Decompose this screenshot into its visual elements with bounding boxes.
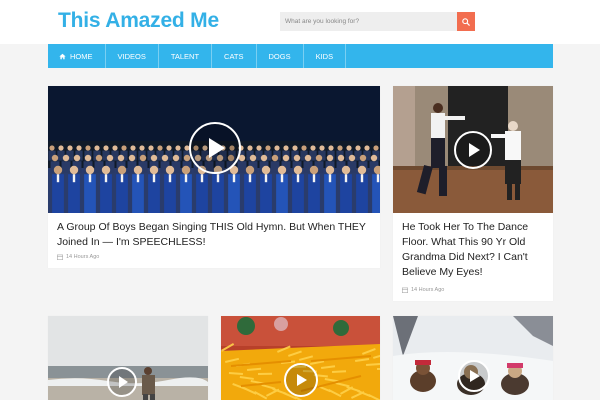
video-thumbnail[interactable] — [48, 316, 208, 400]
article-card[interactable]: A Group Of Boys Began Singing THIS Old H… — [48, 86, 380, 268]
play-icon — [118, 376, 128, 388]
nav-item-kids[interactable]: KIDS — [304, 44, 347, 68]
article-card[interactable] — [48, 316, 208, 400]
clock-icon — [57, 254, 63, 260]
main-nav: HOME VIDEOS TALENT CATS DOGS KIDS — [48, 44, 553, 68]
play-icon — [470, 370, 480, 382]
play-icon — [209, 138, 225, 158]
site-logo-title[interactable]: This Amazed Me — [58, 9, 219, 33]
video-thumbnail[interactable] — [393, 86, 553, 213]
play-button[interactable] — [107, 367, 137, 397]
play-icon — [297, 374, 307, 386]
nav-item-cats[interactable]: CATS — [212, 44, 257, 68]
play-button[interactable] — [458, 360, 490, 392]
search-form — [280, 12, 475, 31]
play-button[interactable] — [284, 363, 318, 397]
nav-item-home[interactable]: HOME — [48, 44, 106, 68]
article-meta: 14 Hours Ago — [57, 254, 99, 260]
article-title[interactable]: He Took Her To The Dance Floor. What Thi… — [402, 220, 547, 280]
video-thumbnail[interactable] — [48, 86, 380, 213]
nav-item-talent[interactable]: TALENT — [159, 44, 213, 68]
clock-icon — [402, 287, 408, 293]
video-thumbnail[interactable] — [221, 316, 380, 400]
play-button[interactable] — [189, 122, 241, 174]
site-header: This Amazed Me — [0, 0, 600, 44]
article-card[interactable] — [393, 316, 553, 400]
play-icon — [469, 143, 480, 157]
video-thumbnail[interactable] — [393, 316, 553, 400]
article-time: 14 Hours Ago — [411, 287, 445, 293]
search-icon — [462, 17, 470, 26]
play-button[interactable] — [454, 131, 492, 169]
nav-label: HOME — [70, 51, 93, 61]
nav-item-videos[interactable]: VIDEOS — [106, 44, 159, 68]
article-title[interactable]: A Group Of Boys Began Singing THIS Old H… — [57, 220, 372, 250]
article-card[interactable] — [221, 316, 380, 400]
search-button[interactable] — [457, 12, 475, 31]
nav-item-dogs[interactable]: DOGS — [257, 44, 304, 68]
article-meta: 14 Hours Ago — [402, 287, 444, 293]
search-input[interactable] — [280, 12, 457, 31]
article-card[interactable]: He Took Her To The Dance Floor. What Thi… — [393, 86, 553, 301]
article-time: 14 Hours Ago — [66, 254, 100, 260]
home-icon — [59, 53, 66, 60]
